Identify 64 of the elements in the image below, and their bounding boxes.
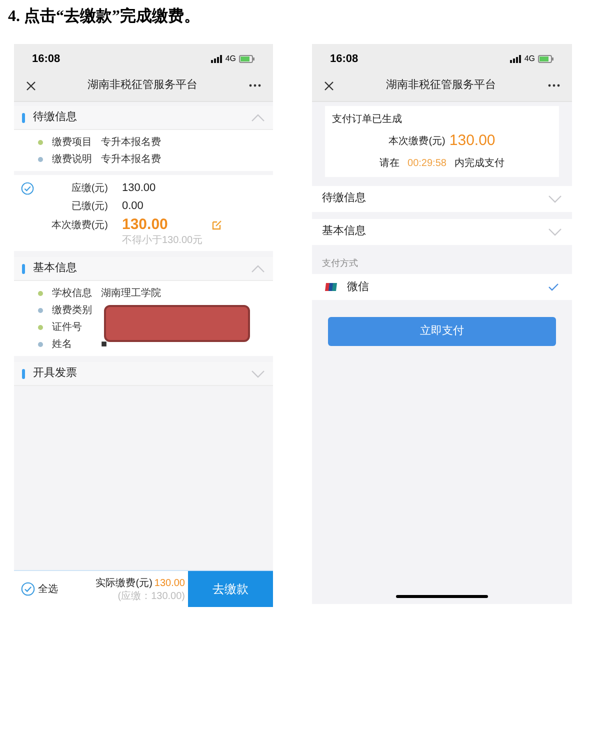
- close-icon[interactable]: [26, 80, 36, 90]
- nav-title: 湖南非税征管服务平台: [88, 78, 198, 94]
- amount-label: 已缴(元): [70, 200, 108, 214]
- section-title: 开具发票: [33, 366, 77, 382]
- chevron-down-icon[interactable]: [548, 228, 562, 236]
- field-label: 缴费类别: [52, 304, 93, 318]
- countdown-suffix: 内完成支付: [454, 156, 504, 170]
- field-label: 缴费说明: [52, 152, 93, 166]
- due-note: (应缴：130.00): [118, 590, 185, 602]
- countdown-timer: 00:29:58: [408, 156, 446, 170]
- field-label: 学校信息: [52, 286, 93, 300]
- field-label: 缴费项目: [52, 136, 93, 150]
- total-label: 实际缴费(元): [96, 576, 152, 590]
- select-all-label[interactable]: 全选: [38, 582, 58, 596]
- status-time: 16:08: [330, 52, 358, 67]
- field-value: ■: [101, 338, 108, 352]
- field-value: 湖南理工学院: [101, 286, 161, 300]
- battery-icon: [538, 55, 554, 63]
- chevron-down-icon[interactable]: [548, 194, 562, 202]
- accent-bar: [22, 112, 25, 122]
- step-heading: 4. 点击“去缴款”完成缴费。: [7, 6, 201, 27]
- field-label: 姓名: [52, 338, 73, 352]
- more-icon[interactable]: [249, 84, 261, 87]
- accent-bar: [22, 368, 25, 378]
- edit-icon[interactable]: [212, 220, 222, 230]
- payment-amount: 130.00: [122, 214, 169, 234]
- method-name: 微信: [347, 280, 370, 295]
- amount-value: 0.00: [122, 198, 144, 214]
- section-title: 基本信息: [33, 261, 77, 276]
- checked-circle-icon[interactable]: [20, 182, 34, 195]
- more-icon[interactable]: [548, 84, 560, 87]
- payment-amount: 130.00: [449, 131, 496, 151]
- field-value: 专升本报名费: [101, 152, 161, 166]
- amount-value: 130.00: [122, 180, 156, 196]
- signal-icon: [211, 55, 222, 63]
- amount-label: 本次缴费(元): [50, 218, 108, 232]
- section-row[interactable]: 基本信息: [312, 218, 572, 244]
- payment-method-label: 支付方式: [321, 256, 359, 270]
- close-icon[interactable]: [324, 80, 334, 90]
- payment-method-row[interactable]: 微信: [312, 274, 572, 300]
- amount-label: 应缴(元): [70, 182, 108, 196]
- bank-card-icon: [325, 283, 337, 291]
- checked-circle-icon[interactable]: [21, 582, 35, 596]
- hint-text: 不得小于130.00元: [122, 235, 204, 247]
- section-title: 待缴信息: [322, 191, 366, 206]
- amount-label: 本次缴费(元): [388, 134, 446, 149]
- chevron-up-icon[interactable]: [251, 264, 265, 272]
- chevron-up-icon[interactable]: [251, 114, 265, 122]
- battery-icon: [239, 55, 255, 63]
- signal-icon: [510, 55, 522, 63]
- network-label: 4G: [524, 53, 535, 65]
- section-row[interactable]: 待缴信息: [312, 186, 572, 212]
- network-label: 4G: [225, 53, 236, 65]
- order-title: 支付订单已生成: [332, 112, 403, 127]
- field-value: 专升本报名费: [101, 136, 161, 150]
- countdown-prefix: 请在: [380, 156, 400, 170]
- nav-title: 湖南非税征管服务平台: [386, 78, 496, 94]
- section-title: 待缴信息: [33, 110, 77, 126]
- section-title: 基本信息: [322, 224, 366, 240]
- total-amount: 130.00: [154, 576, 185, 590]
- field-label: 证件号: [52, 320, 83, 334]
- status-time: 16:08: [32, 52, 60, 67]
- accent-bar: [22, 264, 25, 274]
- chevron-down-icon[interactable]: [251, 370, 265, 378]
